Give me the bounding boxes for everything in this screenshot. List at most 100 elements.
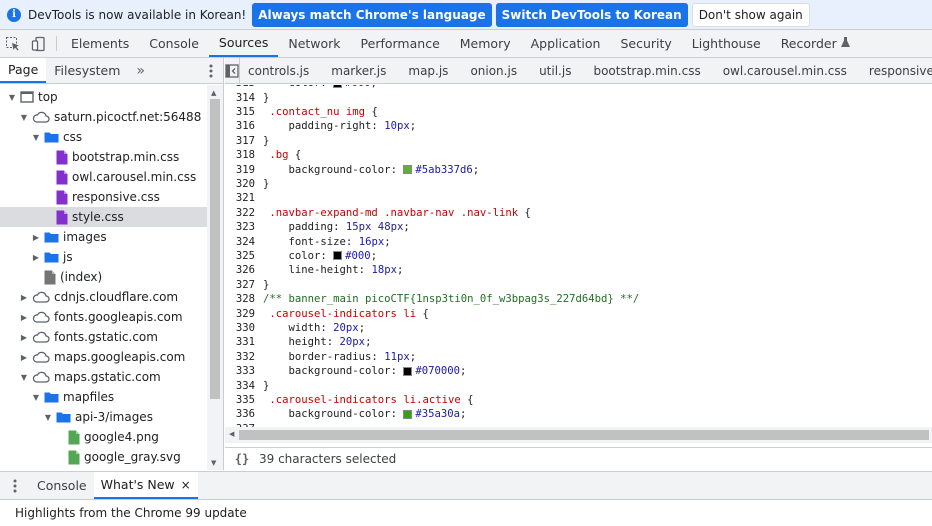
file-tab[interactable]: util.js <box>531 58 585 83</box>
file-css-icon <box>56 150 68 165</box>
switch-korean-button[interactable]: Switch DevTools to Korean <box>495 2 688 27</box>
tab-recorder[interactable]: Recorder <box>771 30 860 57</box>
scroll-up-icon[interactable]: ▲ <box>211 89 216 97</box>
toggle-navigator-icon[interactable] <box>225 58 240 83</box>
tab-sources[interactable]: Sources <box>208 30 279 57</box>
scroll-down-icon[interactable]: ▼ <box>211 459 216 467</box>
color-swatch-icon[interactable] <box>403 366 413 376</box>
tab-network[interactable]: Network <box>278 30 350 57</box>
collapse-arrow-icon[interactable]: ▶ <box>30 231 42 243</box>
tab-lighthouse[interactable]: Lighthouse <box>682 30 771 57</box>
inspect-element-icon[interactable] <box>0 30 26 57</box>
more-tabs-icon[interactable]: » <box>128 58 153 83</box>
color-swatch-icon[interactable] <box>403 165 413 175</box>
navigator-scrollbar[interactable]: ▲ ▼ <box>207 85 223 470</box>
line-number: 330 <box>235 321 255 334</box>
tree-item[interactable]: ▶ cdnjs.cloudflare.com <box>0 287 207 307</box>
tree-item[interactable]: owl.carousel.min.css <box>0 167 207 187</box>
code-token: height: <box>288 336 340 349</box>
tree-item[interactable]: ▶ fonts.googleapis.com <box>0 307 207 327</box>
expand-arrow-icon[interactable]: ▼ <box>30 131 42 143</box>
expand-arrow-icon[interactable]: ▼ <box>6 91 18 103</box>
code-token: /** banner_main picoCTF{1nsp3ti0n_0f_w3b… <box>263 293 640 306</box>
pretty-print-icon[interactable]: {} <box>225 452 259 466</box>
file-tab[interactable]: owl.carousel.min.css <box>715 58 861 83</box>
tree-item[interactable]: ▶ fonts.gstatic.com <box>0 327 207 347</box>
tree-item[interactable]: ▼ css <box>0 127 207 147</box>
tree-item[interactable]: ▶ images <box>0 227 207 247</box>
info-icon: i <box>7 7 21 22</box>
tab-elements[interactable]: Elements <box>61 30 139 57</box>
color-swatch-icon[interactable] <box>403 409 413 419</box>
tab-console[interactable]: Console <box>139 30 209 57</box>
tree-item[interactable]: ▼ api-3/images <box>0 407 207 427</box>
collapse-arrow-icon[interactable]: ▶ <box>18 291 30 303</box>
expand-arrow-icon[interactable]: ▼ <box>18 111 30 123</box>
tree-item-label: (index) <box>60 270 103 284</box>
file-tab[interactable]: responsive.c <box>861 58 932 83</box>
expand-arrow-icon[interactable]: ▼ <box>30 391 42 403</box>
tab-page[interactable]: Page <box>0 58 47 83</box>
horizontal-scrollbar[interactable]: ◀ <box>225 427 932 443</box>
tab-filesystem[interactable]: Filesystem <box>46 58 128 83</box>
source-editor: controls.js marker.js map.js onion.js util.j… <box>225 58 932 470</box>
code-line: 319 background-color: #5ab337d6; <box>225 162 932 176</box>
line-number: 333 <box>235 365 255 378</box>
expand-arrow-icon[interactable]: ▼ <box>18 371 30 383</box>
close-icon[interactable]: × <box>181 478 191 492</box>
file-tab[interactable]: onion.js <box>462 58 531 83</box>
tree-item[interactable]: google4.png <box>0 427 207 447</box>
file-tab[interactable]: marker.js <box>323 58 400 83</box>
tree-item[interactable]: ▼ saturn.picoctf.net:56488 <box>0 107 207 127</box>
tree-item[interactable]: bootstrap.min.css <box>0 147 207 167</box>
drawer-tab-console[interactable]: Console <box>30 472 94 499</box>
file-tab[interactable]: controls.js <box>240 58 323 83</box>
editor-file-tabs: controls.js marker.js map.js onion.js util.j… <box>225 58 932 84</box>
hscroll-thumb[interactable] <box>239 430 929 440</box>
code-text: .carousel-indicators li { <box>263 308 428 320</box>
color-swatch-icon[interactable] <box>333 251 343 261</box>
collapse-arrow-icon[interactable]: ▶ <box>18 331 30 343</box>
file-tab[interactable]: map.js <box>400 58 462 83</box>
drawer-tab-whats-new[interactable]: What's New × <box>93 472 198 499</box>
file-css-icon <box>56 190 68 205</box>
line-number: 314 <box>235 91 255 104</box>
tab-security[interactable]: Security <box>610 30 681 57</box>
collapse-arrow-icon[interactable]: ▶ <box>30 251 42 263</box>
drawer-menu-icon[interactable] <box>0 472 30 499</box>
cloud-icon <box>32 331 50 343</box>
code-text: line-height: 18px; <box>263 264 404 276</box>
code-text: .contact_nu img { <box>263 106 377 118</box>
tree-item[interactable]: style.css <box>0 207 207 227</box>
color-swatch-icon[interactable] <box>333 85 343 88</box>
file-tab[interactable]: bootstrap.min.css <box>585 58 714 83</box>
match-language-button[interactable]: Always match Chrome's language <box>252 2 492 27</box>
scrollbar-thumb[interactable] <box>210 99 220 399</box>
tree-item-label: top <box>38 90 58 104</box>
navigator-menu-icon[interactable] <box>199 58 223 83</box>
collapse-arrow-icon[interactable]: ▶ <box>18 351 30 363</box>
tree-item[interactable]: ▼ mapfiles <box>0 387 207 407</box>
tree-item[interactable]: ▼ maps.gstatic.com <box>0 367 207 387</box>
tree-item[interactable]: (index) <box>0 267 207 287</box>
tree-item[interactable]: ▶ js <box>0 247 207 267</box>
code-token: } <box>263 91 270 104</box>
tab-memory[interactable]: Memory <box>450 30 521 57</box>
tab-performance[interactable]: Performance <box>351 30 450 57</box>
code-view[interactable]: 313 color: #000;314}315 .contact_nu img … <box>225 85 932 427</box>
tree-item[interactable]: ▶ maps.googleapis.com <box>0 347 207 367</box>
dont-show-again-button[interactable]: Don't show again <box>691 2 810 27</box>
tab-application[interactable]: Application <box>521 30 611 57</box>
scroll-left-icon[interactable]: ◀ <box>229 430 234 438</box>
tree-item[interactable]: responsive.css <box>0 187 207 207</box>
device-toolbar-icon[interactable] <box>26 30 52 57</box>
code-token: } <box>263 134 270 147</box>
expand-arrow-icon[interactable]: ▼ <box>42 411 54 423</box>
tree-item[interactable]: ▼ top <box>0 87 207 107</box>
collapse-arrow-icon[interactable]: ▶ <box>18 311 30 323</box>
tree-item[interactable]: google_gray.svg <box>0 447 207 467</box>
